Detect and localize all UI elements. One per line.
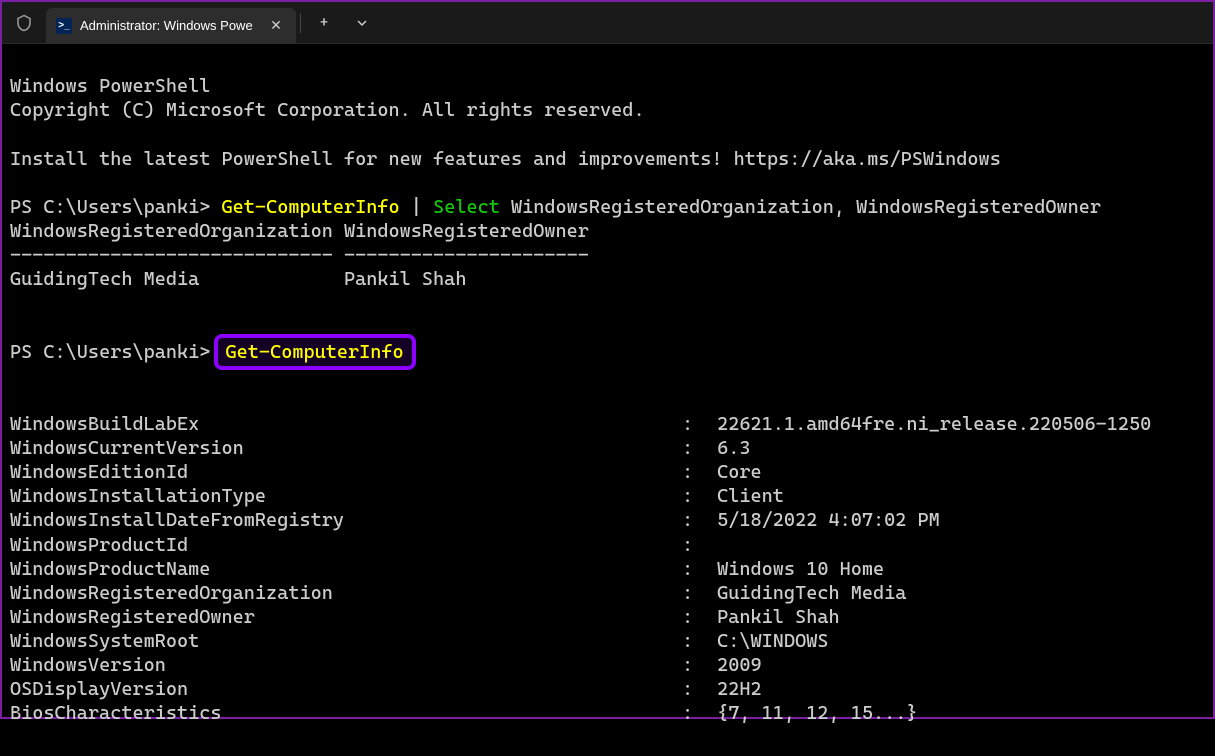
prompt: PS C:\Users\panki>	[10, 341, 222, 363]
output-value: 5/18/2022 4:07:02 PM	[706, 508, 1205, 532]
output-value: C:\WINDOWS	[706, 629, 1205, 653]
output-row: WindowsRegisteredOwner: Pankil Shah	[10, 605, 1205, 629]
output-key: WindowsBuildLabEx	[10, 412, 682, 436]
command-cmdlet: Select	[422, 196, 511, 218]
output-value: {7, 11, 12, 15...}	[706, 701, 1205, 725]
output-key: WindowsProductName	[10, 557, 682, 581]
output-key: WindowsSystemRoot	[10, 629, 682, 653]
shield-icon	[14, 13, 34, 33]
titlebar: >_ Administrator: Windows Powe ✕ +	[2, 2, 1213, 44]
output-colon: :	[682, 629, 706, 653]
table-row: GuidingTech Media Pankil Shah	[10, 268, 466, 290]
output-colon: :	[682, 581, 706, 605]
new-tab-button[interactable]: +	[305, 7, 343, 39]
output-colon: :	[682, 605, 706, 629]
tab-title: Administrator: Windows Powe	[80, 18, 258, 33]
output-value: 22H2	[706, 677, 1205, 701]
output-value: Core	[706, 460, 1205, 484]
output-colon: :	[682, 677, 706, 701]
command-cmdlet: Get-ComputerInfo	[226, 341, 404, 363]
table-divider: ----------------------------- ----------…	[10, 244, 589, 266]
install-notice: Install the latest PowerShell for new fe…	[10, 148, 1001, 170]
pipe: |	[411, 196, 422, 218]
output-colon: :	[682, 484, 706, 508]
table-header: WindowsRegisteredOrganization WindowsReg…	[10, 220, 589, 242]
output-value: Windows 10 Home	[706, 557, 1205, 581]
output-key: BiosCharacteristics	[10, 701, 682, 725]
tab-dropdown-button[interactable]	[343, 7, 381, 39]
output-row: WindowsInstallDateFromRegistry: 5/18/202…	[10, 508, 1205, 532]
output-value: Pankil Shah	[706, 605, 1205, 629]
output-key: WindowsInstallationType	[10, 484, 682, 508]
output-key: WindowsRegisteredOrganization	[10, 581, 682, 605]
output-key: WindowsProductId	[10, 533, 682, 557]
output-colon: :	[682, 412, 706, 436]
output-key: WindowsVersion	[10, 653, 682, 677]
output-colon: :	[682, 460, 706, 484]
output-row: WindowsEditionId: Core	[10, 460, 1205, 484]
close-tab-button[interactable]: ✕	[266, 16, 286, 36]
command-cmdlet: Get-ComputerInfo	[222, 196, 411, 218]
output-row: WindowsProductName: Windows 10 Home	[10, 557, 1205, 581]
output-value: 6.3	[706, 436, 1205, 460]
output-row: WindowsVersion: 2009	[10, 653, 1205, 677]
output-colon: :	[682, 436, 706, 460]
output-key: OSDisplayVersion	[10, 677, 682, 701]
output-value: 2009	[706, 653, 1205, 677]
output-row: WindowsInstallationType: Client	[10, 484, 1205, 508]
output-colon: :	[682, 508, 706, 532]
output-row: WindowsRegisteredOrganization: GuidingTe…	[10, 581, 1205, 605]
output-colon: :	[682, 533, 706, 557]
output-row: WindowsProductId:	[10, 533, 1205, 557]
output-row: BiosCharacteristics: {7, 11, 12, 15...}	[10, 701, 1205, 725]
output-row: WindowsSystemRoot: C:\WINDOWS	[10, 629, 1205, 653]
prompt: PS C:\Users\panki>	[10, 196, 222, 218]
divider	[300, 13, 301, 33]
highlighted-command: Get-ComputerInfo	[214, 334, 416, 370]
copyright-text: Copyright (C) Microsoft Corporation. All…	[10, 99, 645, 121]
output-key: WindowsEditionId	[10, 460, 682, 484]
command-args: WindowsRegisteredOrganization, WindowsRe…	[511, 196, 1101, 218]
output-value: 22621.1.amd64fre.ni_release.220506-1250	[706, 412, 1205, 436]
output-key: WindowsInstallDateFromRegistry	[10, 508, 682, 532]
output-list: WindowsBuildLabEx: 22621.1.amd64fre.ni_r…	[10, 412, 1205, 726]
output-row: OSDisplayVersion: 22H2	[10, 677, 1205, 701]
output-row: WindowsCurrentVersion: 6.3	[10, 436, 1205, 460]
output-colon: :	[682, 653, 706, 677]
banner-text: Windows PowerShell	[10, 75, 210, 97]
output-value	[706, 533, 1205, 557]
output-key: WindowsCurrentVersion	[10, 436, 682, 460]
output-colon: :	[682, 701, 706, 725]
powershell-icon: >_	[56, 18, 72, 34]
terminal-output[interactable]: Windows PowerShell Copyright (C) Microso…	[2, 44, 1213, 756]
output-colon: :	[682, 557, 706, 581]
active-tab[interactable]: >_ Administrator: Windows Powe ✕	[46, 8, 296, 44]
output-value: GuidingTech Media	[706, 581, 1205, 605]
output-key: WindowsRegisteredOwner	[10, 605, 682, 629]
output-row: WindowsBuildLabEx: 22621.1.amd64fre.ni_r…	[10, 412, 1205, 436]
output-value: Client	[706, 484, 1205, 508]
